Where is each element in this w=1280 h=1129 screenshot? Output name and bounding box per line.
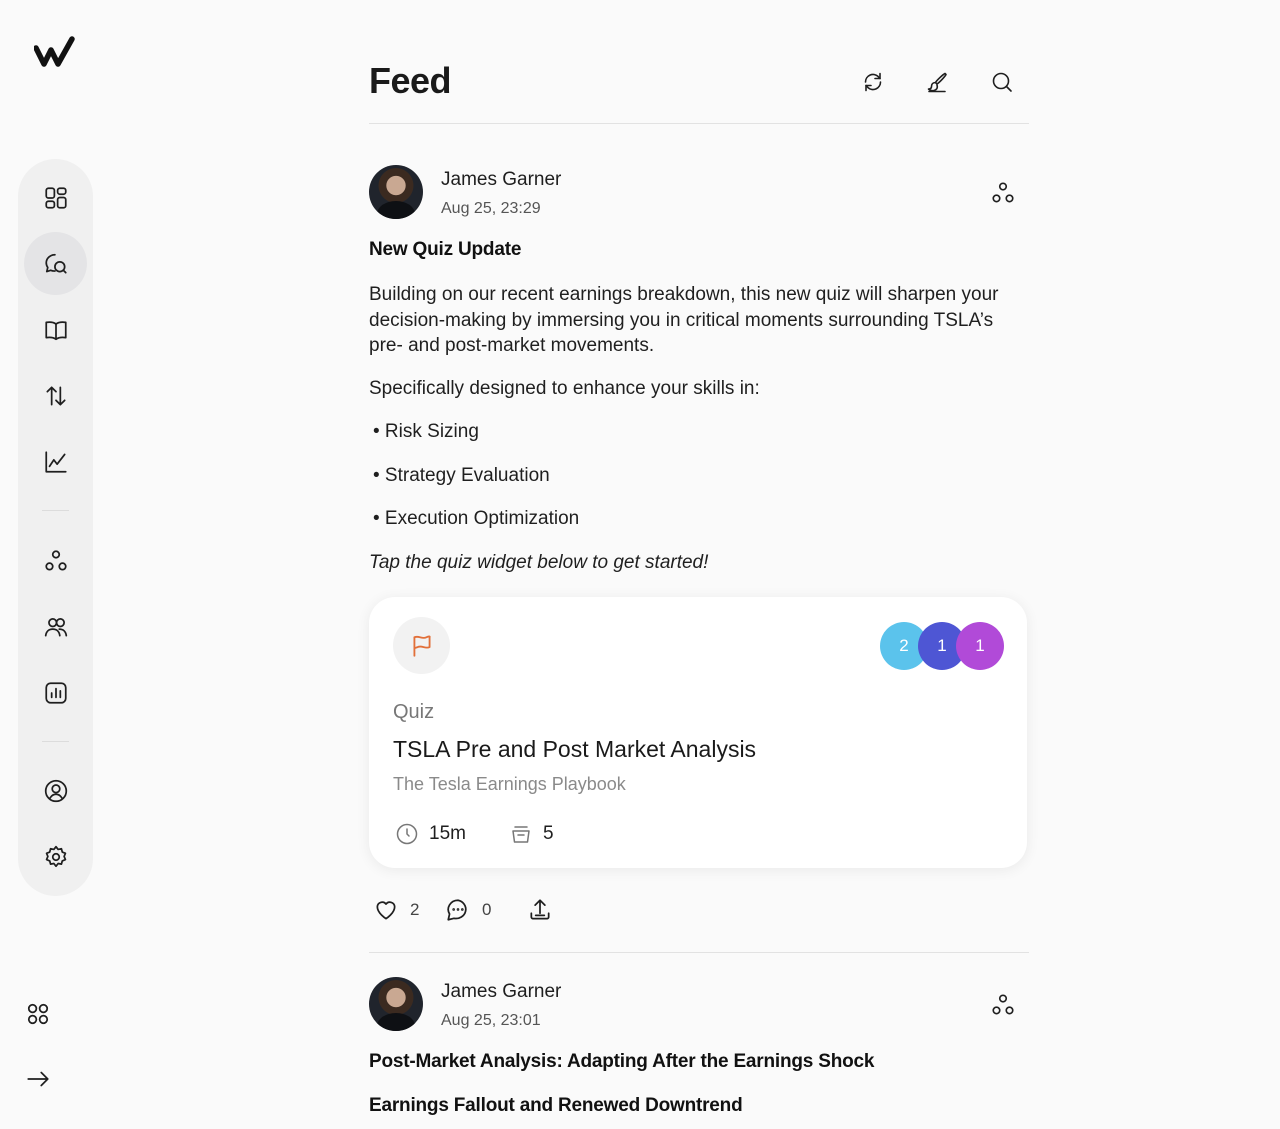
post-paragraph: Specifically designed to enhance your sk… — [369, 378, 760, 399]
post-paragraph: Building on our recent earnings breakdow… — [369, 284, 999, 356]
post-author[interactable]: James Garner — [441, 169, 561, 191]
apps-icon — [27, 1003, 48, 1025]
user-circle-icon — [44, 779, 67, 802]
refresh-button[interactable] — [859, 68, 887, 96]
feed-header: Feed — [369, 58, 1029, 124]
comment-button[interactable]: 0 — [445, 897, 491, 923]
post-cta: Tap the quiz widget below to get started… — [369, 552, 709, 573]
gear-icon — [45, 845, 66, 867]
brand-logo[interactable] — [34, 36, 76, 68]
post-bullet: • Execution Optimization — [373, 508, 580, 529]
post-bullet: • Risk Sizing — [373, 421, 479, 442]
comment-icon — [447, 899, 467, 921]
like-button[interactable]: 2 — [373, 897, 419, 923]
post-date: Aug 25, 23:29 — [441, 200, 541, 217]
quiz-questions-value: 5 — [543, 823, 554, 844]
sidebar-item-analytics[interactable] — [24, 430, 87, 493]
book-icon — [44, 320, 67, 340]
page-title: Feed — [369, 60, 452, 101]
post-separator — [369, 952, 1029, 953]
avatar[interactable] — [369, 977, 423, 1031]
share-button[interactable] — [527, 897, 564, 923]
post-title: Post-Market Analysis: Adapting After the… — [369, 1051, 875, 1072]
sidebar-divider — [42, 741, 69, 742]
sidebar-item-library[interactable] — [24, 298, 87, 361]
arrow-right-icon — [26, 1071, 49, 1087]
clock-icon — [396, 823, 418, 845]
search-button[interactable] — [988, 68, 1016, 96]
chat-bubbles-icon — [44, 253, 67, 274]
flag-icon — [412, 634, 431, 657]
sidebar-item-settings[interactable] — [24, 825, 87, 888]
circles-group-icon — [992, 182, 1014, 203]
bar-chart-icon — [44, 681, 67, 704]
sidebar-item-feed[interactable] — [24, 232, 87, 295]
quiz-badge — [393, 617, 450, 674]
post-bullet: • Strategy Evaluation — [373, 465, 550, 486]
post-community-button[interactable] — [990, 992, 1018, 1020]
refresh-icon — [864, 72, 882, 92]
quiz-subtitle: The Tesla Earnings Playbook — [393, 774, 626, 794]
like-count: 2 — [410, 900, 420, 919]
quiz-widget[interactable]: 2 1 1 Quiz TSLA Pre and Post Market Anal… — [369, 597, 1027, 868]
post-actions: 2 0 — [369, 897, 1029, 927]
sidebar-item-community[interactable] — [24, 529, 87, 592]
grid-icon — [44, 186, 67, 209]
compose-button[interactable] — [923, 68, 951, 96]
circles-group-icon — [992, 994, 1014, 1015]
avatar[interactable] — [369, 165, 423, 219]
quiz-type-label: Quiz — [393, 701, 435, 723]
sidebar-item-trades[interactable] — [24, 364, 87, 427]
quiz-title: TSLA Pre and Post Market Analysis — [393, 736, 757, 762]
quiz-questions: 5 — [509, 822, 554, 846]
sidebar-divider — [42, 510, 69, 511]
users-icon — [44, 617, 67, 637]
heart-icon — [376, 901, 396, 920]
post-subtitle: Earnings Fallout and Renewed Downtrend — [369, 1095, 743, 1116]
sidebar-item-profile[interactable] — [24, 759, 87, 822]
sidebar-item-dashboard[interactable] — [24, 166, 87, 229]
sidebar-item-reports[interactable] — [24, 661, 87, 724]
post-author[interactable]: James Garner — [441, 981, 561, 1003]
search-icon — [992, 72, 1012, 92]
share-icon — [530, 899, 550, 920]
line-chart-icon — [44, 450, 67, 473]
expand-sidebar-button[interactable] — [6, 1059, 69, 1099]
brush-icon — [927, 72, 947, 93]
post-community-button[interactable] — [990, 180, 1018, 208]
layers-icon — [512, 826, 530, 843]
apps-button[interactable] — [6, 994, 69, 1034]
comment-count: 0 — [482, 900, 492, 919]
quiz-duration: 15m — [395, 822, 466, 846]
quiz-duration-value: 15m — [429, 823, 466, 844]
sidebar — [18, 159, 93, 896]
post-title: New Quiz Update — [369, 239, 522, 260]
circles-group-icon — [44, 549, 67, 571]
arrows-up-down-icon — [45, 385, 66, 406]
sidebar-item-people[interactable] — [24, 595, 87, 658]
participant-count-badge: 1 — [956, 622, 1004, 670]
post-date: Aug 25, 23:01 — [441, 1012, 541, 1029]
